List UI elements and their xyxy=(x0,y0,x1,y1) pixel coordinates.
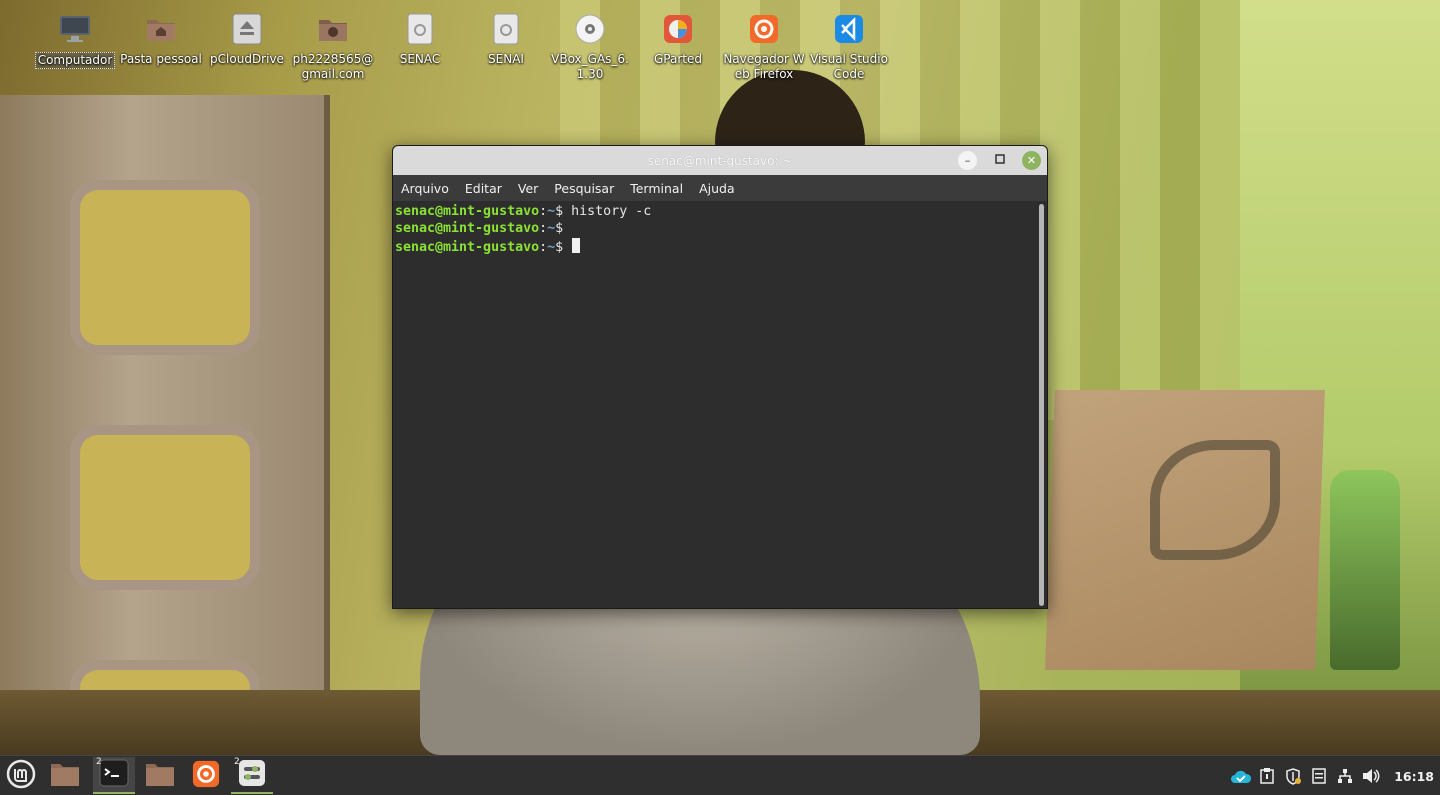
desktop-icon-label: VBox_GAs_6.1.30 xyxy=(551,52,629,81)
menu-pesquisar[interactable]: Pesquisar xyxy=(548,181,620,196)
task-terminal[interactable]: 2 xyxy=(93,757,135,794)
notes-icon[interactable] xyxy=(1306,756,1332,795)
launcher-files-2[interactable] xyxy=(139,757,181,794)
desktop-icon-gmail[interactable]: ph2228565@gmail.com xyxy=(290,12,376,82)
window-title: senac@mint-gustavo: ~ xyxy=(647,153,793,168)
launcher-firefox[interactable] xyxy=(185,757,227,794)
window-titlebar[interactable]: senac@mint-gustavo: ~ – ✕ xyxy=(393,146,1047,175)
clock[interactable]: 16:18 xyxy=(1384,769,1440,784)
menu-terminal[interactable]: Terminal xyxy=(624,181,689,196)
menu-ver[interactable]: Ver xyxy=(512,181,544,196)
prompt-user: senac@mint-gustavo xyxy=(395,239,540,255)
desktop-icon-label: SENAI xyxy=(488,52,524,66)
menu-editar[interactable]: Editar xyxy=(459,181,508,196)
settings-icon xyxy=(238,759,266,791)
launcher-files[interactable] xyxy=(44,757,86,794)
network-icon[interactable] xyxy=(1332,756,1358,795)
scrollbar[interactable] xyxy=(1039,204,1044,606)
desktop-icon-gparted[interactable]: GParted xyxy=(635,12,721,67)
task-settings[interactable]: 2 xyxy=(231,757,273,794)
menu-arquivo[interactable]: Arquivo xyxy=(395,181,455,196)
window-count-badge: 2 xyxy=(96,757,102,767)
desktop-icon-pasta-pessoal[interactable]: Pasta pessoal xyxy=(118,12,204,67)
desktop-icon-pclouddrive[interactable]: pCloudDrive xyxy=(204,12,290,67)
vscode-icon xyxy=(832,12,866,46)
command-text: history -c xyxy=(571,204,652,219)
terminal-line: senac@mint-gustavo:~$ xyxy=(395,237,1035,256)
terminal-output[interactable]: senac@mint-gustavo:~$ history -c senac@mi… xyxy=(393,201,1037,608)
prompt-separator: : xyxy=(539,204,548,219)
desktop-icon-label: SENAC xyxy=(399,52,441,66)
files-icon xyxy=(145,761,175,791)
minimize-icon: – xyxy=(964,154,971,167)
system-tray: 16:18 xyxy=(1228,756,1440,795)
desktop-icon-label: Pasta pessoal xyxy=(120,52,202,66)
prompt-path: ~ xyxy=(547,239,556,255)
desktop-icon-label: ph2228565@gmail.com xyxy=(292,52,374,81)
desktop-icon-vscode[interactable]: Visual Studio Code xyxy=(806,12,892,82)
terminal-line: senac@mint-gustavo:~$ xyxy=(395,220,1035,237)
maximize-icon xyxy=(994,154,1005,167)
home-folder-icon xyxy=(144,12,178,46)
close-button[interactable]: ✕ xyxy=(1022,151,1041,170)
mint-menu-button[interactable] xyxy=(0,757,42,794)
prompt-symbol: $ xyxy=(555,239,572,255)
desktop-icon-label: Visual Studio Code xyxy=(810,52,888,81)
optical-disc-icon xyxy=(573,12,607,46)
terminal-line: senac@mint-gustavo:~$ history -c xyxy=(395,203,1035,220)
firefox-icon xyxy=(747,12,781,46)
desktop-icon-computador[interactable]: Computador xyxy=(32,12,118,69)
desktop-icon-senac[interactable]: SENAC xyxy=(377,12,463,67)
desktop-icon-label: Computador xyxy=(34,52,116,69)
prompt-symbol: $ xyxy=(555,204,572,219)
desktop-icon-label: pCloudDrive xyxy=(210,52,284,66)
maximize-button[interactable] xyxy=(990,151,1009,170)
desktop-icon-vbox[interactable]: VBox_GAs_6.1.30 xyxy=(547,12,633,82)
prompt-symbol: $ xyxy=(555,221,572,237)
desktop-icon-label: Navegador Web Firefox xyxy=(723,52,805,81)
firefox-icon xyxy=(192,760,220,792)
computer-icon xyxy=(58,12,92,46)
drive-icon xyxy=(489,12,523,46)
volume-icon[interactable] xyxy=(1358,756,1384,795)
terminal-window[interactable]: senac@mint-gustavo: ~ – ✕ Arquivo Editar… xyxy=(392,145,1048,609)
taskbar: 2 2 16:18 xyxy=(0,755,1440,795)
close-icon: ✕ xyxy=(1026,154,1037,167)
network-folder-icon xyxy=(316,12,350,46)
menu-ajuda[interactable]: Ajuda xyxy=(693,181,741,196)
desktop-icon-senai[interactable]: SENAI xyxy=(463,12,549,67)
prompt-path: ~ xyxy=(547,221,556,237)
menubar: Arquivo Editar Ver Pesquisar Terminal Aj… xyxy=(393,175,1047,201)
desktop-icons: Computador Pasta pessoal pCloudDrive ph2… xyxy=(0,0,1440,110)
prompt-separator: : xyxy=(539,221,548,237)
files-icon xyxy=(50,761,80,791)
terminal-icon xyxy=(99,759,129,791)
prompt-path: ~ xyxy=(547,204,556,219)
shield-icon[interactable] xyxy=(1280,756,1306,795)
clipboard-icon[interactable] xyxy=(1254,756,1280,795)
drive-icon xyxy=(403,12,437,46)
mint-menu-icon xyxy=(6,759,36,793)
cloud-sync-icon[interactable] xyxy=(1228,756,1254,795)
drive-eject-icon xyxy=(230,12,264,46)
prompt-user: senac@mint-gustavo xyxy=(395,204,540,219)
desktop-icon-label: GParted xyxy=(654,52,702,66)
window-count-badge: 2 xyxy=(234,757,240,767)
prompt-separator: : xyxy=(539,239,548,255)
minimize-button[interactable]: – xyxy=(958,151,977,170)
text-cursor xyxy=(572,237,581,253)
gparted-icon xyxy=(661,12,695,46)
desktop-icon-firefox[interactable]: Navegador Web Firefox xyxy=(721,12,807,82)
prompt-user: senac@mint-gustavo xyxy=(395,221,540,237)
